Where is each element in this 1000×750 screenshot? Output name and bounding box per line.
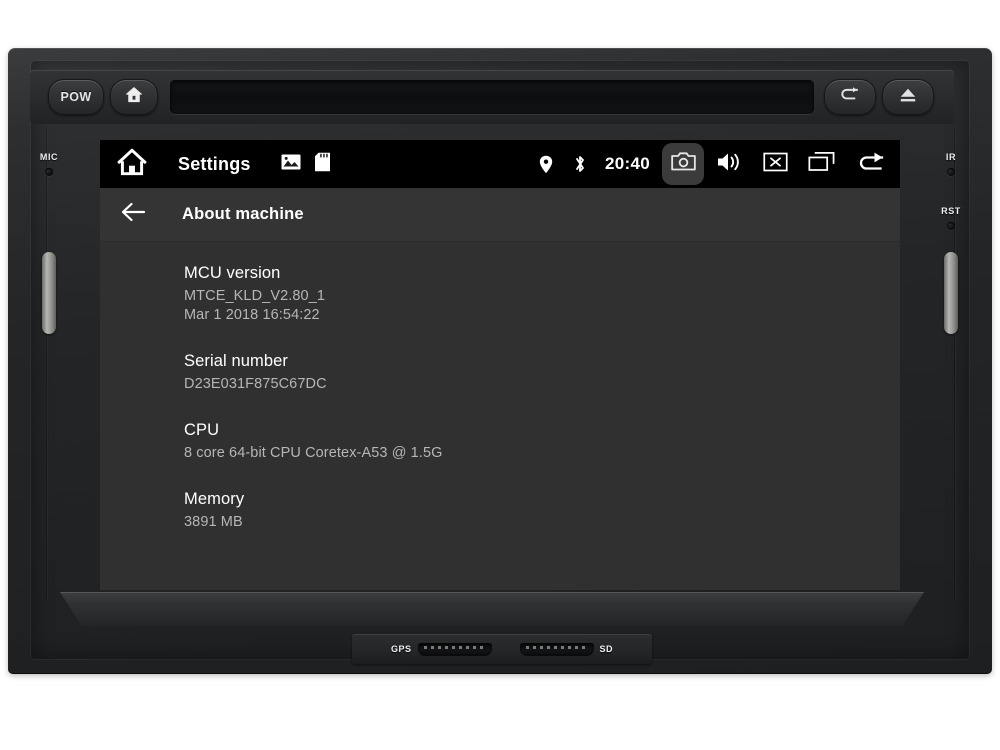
page-title: Settings [178, 153, 251, 174]
volume-icon [716, 151, 742, 178]
back-arrow-icon [855, 151, 889, 178]
return-arrow-icon [838, 86, 862, 109]
back-button[interactable] [844, 140, 900, 188]
info-label: MCU version [184, 264, 281, 282]
list-item[interactable]: CPU 8 core 64-bit CPU Coretex-A53 @ 1.5G [184, 421, 900, 463]
right-side-markings: IR RST [920, 130, 982, 600]
recent-apps-icon [807, 151, 835, 177]
sd-card-icon [314, 152, 331, 177]
location-pin-icon [529, 140, 563, 188]
info-value-line1: 8 core 64-bit CPU Coretex-A53 @ 1.5G [184, 445, 443, 461]
list-item[interactable]: Serial number D23E031F875C67DC [184, 352, 900, 394]
gps-slot-contacts [423, 645, 486, 649]
title-status-icons [281, 152, 331, 177]
right-trim-strip [944, 252, 958, 334]
card-slot-panel: GPS SD [352, 634, 652, 664]
info-label: Memory [184, 490, 245, 508]
gps-card-slot[interactable] [417, 642, 492, 656]
status-clock: 20:40 [605, 154, 650, 173]
camera-button-highlight [662, 143, 704, 185]
info-value-line1: MTCE_KLD_V2.80_1 [184, 288, 326, 304]
right-bezel-groove [953, 130, 956, 600]
power-button[interactable]: POW [48, 79, 104, 115]
sub-header-title: About machine [182, 205, 304, 223]
microphone-hole [45, 168, 53, 176]
hardware-button-bar: POW [30, 70, 954, 124]
left-side-markings: MIC [18, 130, 80, 600]
rst-label: RST [941, 206, 961, 216]
hardware-eject-button[interactable] [882, 79, 934, 115]
list-item[interactable]: Memory 3891 MB [184, 490, 900, 532]
hardware-back-button[interactable] [824, 79, 876, 115]
sd-slot-contacts [525, 645, 588, 649]
gallery-icon [281, 153, 301, 176]
home-icon [124, 85, 144, 110]
info-value-line1: D23E031F875C67DC [184, 376, 327, 392]
camera-button[interactable] [660, 140, 706, 188]
sub-header-back-button[interactable] [100, 188, 166, 242]
back-arrow-icon [120, 201, 146, 228]
infrared-hole [947, 168, 955, 176]
eject-icon [897, 86, 919, 109]
hardware-home-button[interactable] [110, 79, 158, 115]
screen-home-button[interactable] [100, 140, 164, 188]
close-button[interactable] [752, 140, 798, 188]
sd-slot-label: SD [599, 644, 614, 654]
home-icon [116, 147, 148, 182]
bluetooth-icon [563, 140, 597, 188]
front-display-panel [170, 80, 814, 114]
mic-label: MIC [39, 152, 59, 162]
page-sub-header: About machine [100, 188, 900, 242]
about-machine-list: MCU version MTCE_KLD_V2.80_1 Mar 1 2018 … [100, 242, 900, 590]
info-label: Serial number [184, 352, 289, 370]
recent-apps-button[interactable] [798, 140, 844, 188]
volume-button[interactable] [706, 140, 752, 188]
reset-hole[interactable] [947, 222, 955, 230]
android-status-bar: Settings 20:40 [100, 140, 900, 188]
left-bezel-groove [45, 130, 48, 600]
list-item[interactable]: MCU version MTCE_KLD_V2.80_1 Mar 1 2018 … [184, 264, 900, 325]
touchscreen-display[interactable]: Settings 20:40 About machine MCU version… [100, 140, 900, 590]
close-box-icon [762, 152, 788, 177]
left-trim-strip [42, 252, 56, 334]
info-label: CPU [184, 421, 220, 439]
ir-label: IR [945, 152, 957, 162]
bottom-bezel-lip [60, 592, 924, 626]
info-value-line2: Mar 1 2018 16:54:22 [184, 307, 320, 323]
camera-icon [670, 151, 696, 177]
power-button-label: POW [60, 90, 92, 104]
status-bar-right: 20:40 [529, 140, 900, 188]
sd-card-slot[interactable] [519, 642, 594, 656]
gps-slot-label: GPS [390, 644, 412, 654]
info-value-line1: 3891 MB [184, 514, 243, 530]
